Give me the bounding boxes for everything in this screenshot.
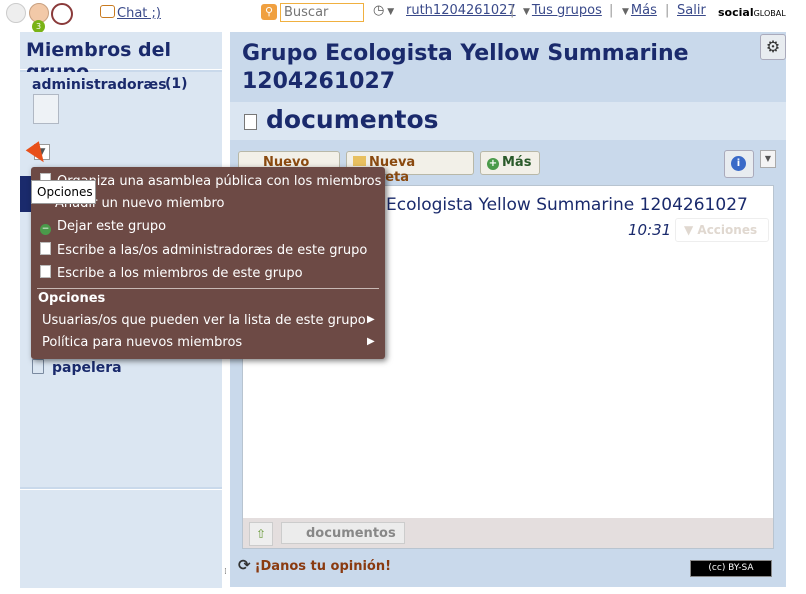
folder-icon: [353, 156, 366, 166]
more-button[interactable]: + Más: [480, 151, 540, 175]
chat-icon: [100, 5, 115, 18]
trash-link[interactable]: papelera: [32, 359, 122, 376]
chevron-right-icon: ▶: [367, 336, 375, 347]
group-title: Grupo Ecologista Yellow Summarine 120426…: [242, 41, 689, 94]
sidebar-bottom: [20, 489, 222, 588]
menu-item-leave-group[interactable]: − Dejar este grupo: [40, 219, 166, 235]
gear-icon[interactable]: ⚙: [760, 34, 786, 60]
chevron-right-icon: ▶: [367, 314, 375, 325]
section-title: documentos: [266, 105, 439, 134]
more-link[interactable]: Más: [631, 3, 657, 18]
refresh-icon: ⟳: [238, 556, 251, 574]
section-header: documentos: [230, 102, 786, 140]
apps-icon[interactable]: [51, 3, 73, 25]
document-icon: [40, 242, 51, 255]
menu-item-list-visibility[interactable]: Usuarias/os que pueden ver la lista de e…: [42, 313, 366, 328]
menu-divider: [37, 288, 379, 289]
menu-options-header: Opciones: [38, 291, 106, 306]
home-icon[interactable]: [6, 3, 26, 23]
user-link[interactable]: ruth1204261027: [406, 3, 516, 18]
search-input[interactable]: [280, 3, 364, 22]
search-icon[interactable]: ⚲: [261, 4, 277, 20]
document-footer: ⇧ documentos: [243, 518, 773, 548]
chevron-down-icon: ▼: [622, 7, 629, 17]
trash-icon: [32, 359, 44, 374]
minus-icon: −: [40, 224, 51, 235]
document-time: 10:31: [628, 221, 672, 239]
menu-item-write-members[interactable]: Escribe a los miembros de este grupo: [40, 265, 303, 281]
groups-link[interactable]: Tus grupos: [532, 3, 602, 18]
actions-button[interactable]: ▼ Acciones: [675, 218, 769, 242]
tooltip: Opciones: [31, 180, 96, 204]
logout-link[interactable]: Salir: [677, 3, 706, 18]
more-menu[interactable]: ▼ Más: [622, 3, 657, 18]
admins-label[interactable]: administradoræs: [32, 77, 167, 93]
info-button[interactable]: i: [724, 150, 754, 178]
groups-menu[interactable]: ▼ Tus grupos: [523, 3, 602, 18]
separator: |: [609, 3, 614, 18]
separator: |: [510, 3, 515, 18]
chevron-down-icon: ▼: [384, 7, 395, 17]
avatar[interactable]: [33, 94, 59, 124]
menu-item-write-admins[interactable]: Escribe a las/os administradoræs de este…: [40, 242, 367, 258]
license-badge[interactable]: (cc) BY-SA: [690, 560, 772, 577]
up-folder-icon[interactable]: ⇧: [249, 522, 273, 546]
clock-icon: ◷: [373, 3, 385, 18]
feedback-link[interactable]: ⟳ ¡Danos tu opinión!: [238, 556, 391, 574]
sidebar-title: Miembros del grupo: [20, 32, 222, 83]
document-icon: [40, 265, 51, 278]
chat-link[interactable]: Chat ;): [100, 5, 161, 21]
chevron-down-icon: ▼: [523, 7, 530, 17]
plus-icon: +: [487, 158, 499, 170]
separator: |: [665, 3, 670, 18]
chevron-down-icon[interactable]: ▼: [760, 150, 776, 168]
top-bar: 3 Chat ;) ⚲ ◷ ▼ ruth1204261027 | ▼Tus gr…: [0, 0, 806, 33]
menu-item-new-members-policy[interactable]: Política para nuevos miembros: [42, 335, 242, 350]
document-title[interactable]: Ecologista Yellow Summarine 1204261027: [386, 195, 748, 215]
admins-count: (1): [165, 76, 188, 92]
user-menu[interactable]: ◷ ▼: [373, 3, 396, 18]
logo[interactable]: socialGLOBAL: [718, 6, 786, 19]
breadcrumb[interactable]: documentos: [281, 522, 405, 544]
document-icon: [244, 114, 257, 130]
info-icon: i: [731, 156, 746, 171]
